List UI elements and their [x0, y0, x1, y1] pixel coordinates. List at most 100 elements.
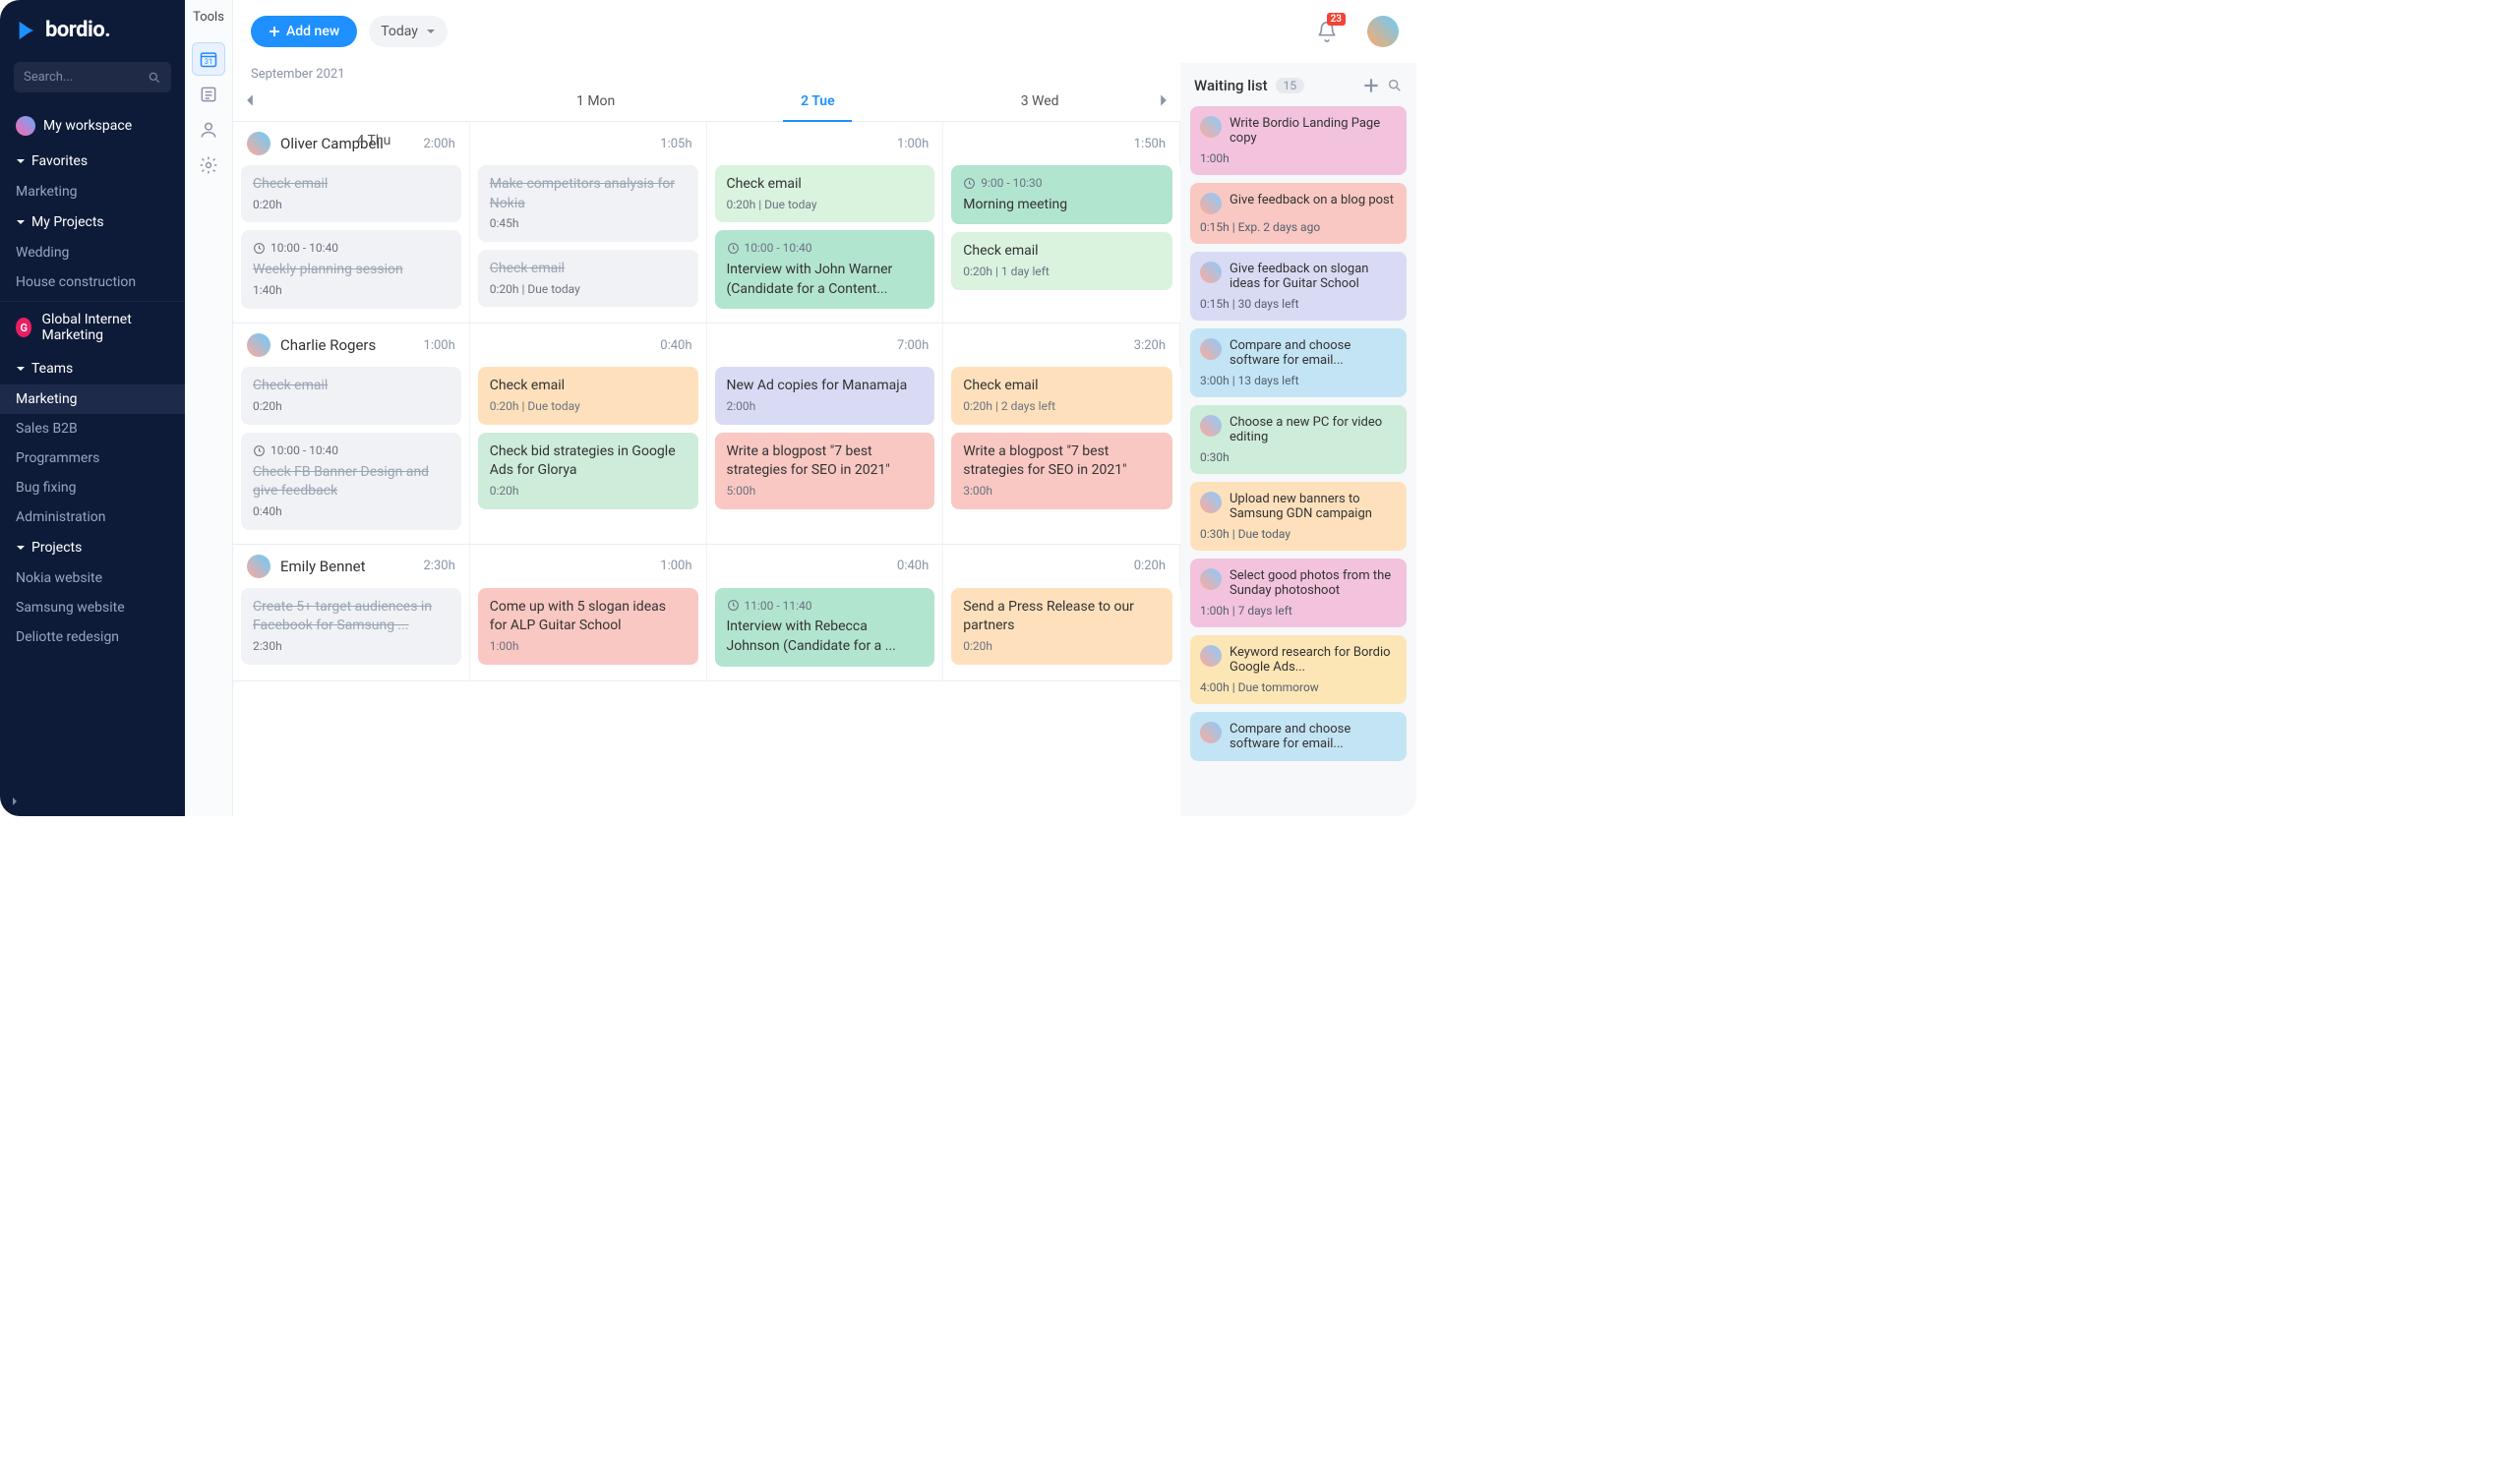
notifications-button[interactable]: 23: [1316, 21, 1338, 42]
task-card[interactable]: Check email0:20h | 2 days left: [951, 367, 1172, 424]
clock-icon: [727, 242, 740, 255]
org-row[interactable]: G Global Internet Marketing: [0, 301, 185, 353]
person-row: Emily Bennet2:30h1:00h0:40h0:20hCreate 5…: [233, 545, 1180, 681]
waiting-meta: 0:30h | Due today: [1200, 527, 1397, 541]
chevron-down-icon: [16, 364, 26, 374]
sidebar-item[interactable]: Marketing: [0, 384, 185, 414]
task-card[interactable]: Check email0:20h | Due today: [478, 367, 698, 424]
waiting-card[interactable]: Give feedback on slogan ideas for Guitar…: [1190, 252, 1407, 321]
card-meta: 5:00h: [727, 483, 924, 500]
section-my-projects[interactable]: My Projects: [0, 206, 185, 238]
task-card[interactable]: Check email0:20h: [241, 367, 461, 424]
day-header[interactable]: 3 Wed: [929, 82, 1151, 121]
waiting-title: Compare and choose software for email...: [1230, 722, 1397, 751]
waiting-card[interactable]: Write Bordio Landing Page copy 1:00h: [1190, 106, 1407, 175]
waiting-title: Choose a new PC for video editing: [1230, 415, 1397, 444]
rail-title: Tools: [193, 10, 224, 25]
sidebar-item[interactable]: Marketing: [0, 177, 185, 206]
clock-icon: [253, 444, 266, 457]
org-avatar: G: [16, 318, 31, 337]
task-card[interactable]: Check email0:20h: [241, 165, 461, 222]
card-title: Create 5+ target audiences in Facebook f…: [253, 598, 450, 636]
day-header[interactable]: 1 Mon: [485, 82, 707, 121]
plus-icon: [269, 26, 280, 37]
task-card[interactable]: Check email0:20h | Due today: [715, 165, 935, 222]
task-card[interactable]: Write a blogpost "7 best strategies for …: [715, 433, 935, 509]
task-card[interactable]: Check bid strategies in Google Ads for G…: [478, 433, 698, 509]
sidebar-item[interactable]: Nokia website: [0, 563, 185, 593]
sidebar-item[interactable]: Sales B2B: [0, 414, 185, 443]
waiting-card[interactable]: Give feedback on a blog post0:15h | Exp.…: [1190, 183, 1407, 244]
waiting-avatar: [1200, 492, 1222, 513]
task-card[interactable]: Create 5+ target audiences in Facebook f…: [241, 588, 461, 665]
logo[interactable]: bordio.: [0, 0, 185, 62]
waiting-meta: 1:00h: [1200, 151, 1397, 165]
task-card[interactable]: Make competitors analysis for Nokia0:45h: [478, 165, 698, 242]
waiting-card[interactable]: Compare and choose software for email...…: [1190, 328, 1407, 397]
waiting-title: Keyword research for Bordio Google Ads..…: [1230, 645, 1397, 675]
waiting-card[interactable]: Compare and choose software for email...: [1190, 712, 1407, 761]
waiting-title: Give feedback on slogan ideas for Guitar…: [1230, 262, 1397, 291]
today-button[interactable]: Today: [369, 16, 448, 47]
section-projects[interactable]: Projects: [0, 532, 185, 563]
task-card[interactable]: 10:00 - 10:40Check FB Banner Design and …: [241, 433, 461, 530]
task-card[interactable]: 10:00 - 10:40Weekly planning session1:40…: [241, 230, 461, 308]
main: Add new Today 23 September 2021 1 Mon2 T…: [233, 0, 1416, 816]
rail-notes[interactable]: [192, 78, 225, 111]
rail-calendar[interactable]: 31: [192, 42, 225, 76]
task-card[interactable]: Write a blogpost "7 best strategies for …: [951, 433, 1172, 509]
task-card[interactable]: Check email0:20h | 1 day left: [951, 232, 1172, 289]
sidebar-collapse[interactable]: [0, 787, 185, 816]
workspace-row[interactable]: My workspace: [0, 106, 185, 146]
waiting-add-button[interactable]: [1363, 78, 1379, 93]
card-title: Morning meeting: [963, 196, 1161, 215]
day-header[interactable]: 4 Thu: [263, 121, 485, 160]
next-week-button[interactable]: [1157, 93, 1170, 107]
days-header: 1 Mon2 Tue3 Wed4 Thu: [233, 82, 1180, 121]
task-card[interactable]: 11:00 - 11:40Interview with Rebecca John…: [715, 588, 935, 667]
card-title: Make competitors analysis for Nokia: [490, 175, 687, 213]
day-total: 7:00h: [897, 338, 929, 353]
user-avatar[interactable]: [1367, 16, 1399, 47]
task-card[interactable]: New Ad copies for Manamaja2:00h: [715, 367, 935, 424]
sidebar-item[interactable]: Samsung website: [0, 593, 185, 622]
sidebar-item[interactable]: House construction: [0, 267, 185, 297]
card-title: Check email: [963, 377, 1161, 396]
day-total: 1:05h: [660, 137, 691, 151]
org-name: Global Internet Marketing: [41, 312, 169, 343]
card-title: Send a Press Release to our partners: [963, 598, 1161, 636]
waiting-search-button[interactable]: [1387, 78, 1403, 93]
clock-icon: [253, 242, 266, 255]
section-teams[interactable]: Teams: [0, 353, 185, 384]
rail-people[interactable]: [192, 113, 225, 147]
workspace-label: My workspace: [43, 118, 132, 134]
sidebar-item[interactable]: Bug fixing: [0, 473, 185, 502]
day-header[interactable]: 2 Tue: [707, 82, 930, 121]
sidebar: bordio. Search... My workspace Favorites…: [0, 0, 185, 816]
search-input[interactable]: Search...: [14, 62, 171, 92]
topbar: Add new Today 23: [233, 0, 1416, 63]
sidebar-item[interactable]: Administration: [0, 502, 185, 532]
add-new-button[interactable]: Add new: [251, 16, 357, 47]
sidebar-item[interactable]: Deliotte redesign: [0, 622, 185, 652]
rail-settings[interactable]: [192, 148, 225, 182]
task-card[interactable]: Send a Press Release to our partners0:20…: [951, 588, 1172, 665]
sidebar-item[interactable]: Programmers: [0, 443, 185, 473]
day-column: Check email0:20h 10:00 - 10:40Check FB Ba…: [233, 367, 470, 543]
task-card[interactable]: 10:00 - 10:40Interview with John Warner …: [715, 230, 935, 309]
waiting-card[interactable]: Select good photos from the Sunday photo…: [1190, 559, 1407, 627]
card-title: Check email: [963, 242, 1161, 262]
prev-week-button[interactable]: [243, 93, 257, 107]
task-card[interactable]: Come up with 5 slogan ideas for ALP Guit…: [478, 588, 698, 665]
waiting-title: Write Bordio Landing Page copy: [1230, 116, 1397, 146]
section-favorites[interactable]: Favorites: [0, 146, 185, 177]
search-icon: [148, 71, 161, 85]
sidebar-item[interactable]: Wedding: [0, 238, 185, 267]
waiting-card[interactable]: Upload new banners to Samsung GDN campai…: [1190, 482, 1407, 551]
waiting-avatar: [1200, 338, 1222, 360]
waiting-card[interactable]: Keyword research for Bordio Google Ads..…: [1190, 635, 1407, 704]
waiting-card[interactable]: Choose a new PC for video editing0:30h: [1190, 405, 1407, 474]
chevron-right-icon: [10, 796, 20, 806]
task-card[interactable]: Check email0:20h | Due today: [478, 250, 698, 307]
task-card[interactable]: 9:00 - 10:30Morning meeting: [951, 165, 1172, 224]
